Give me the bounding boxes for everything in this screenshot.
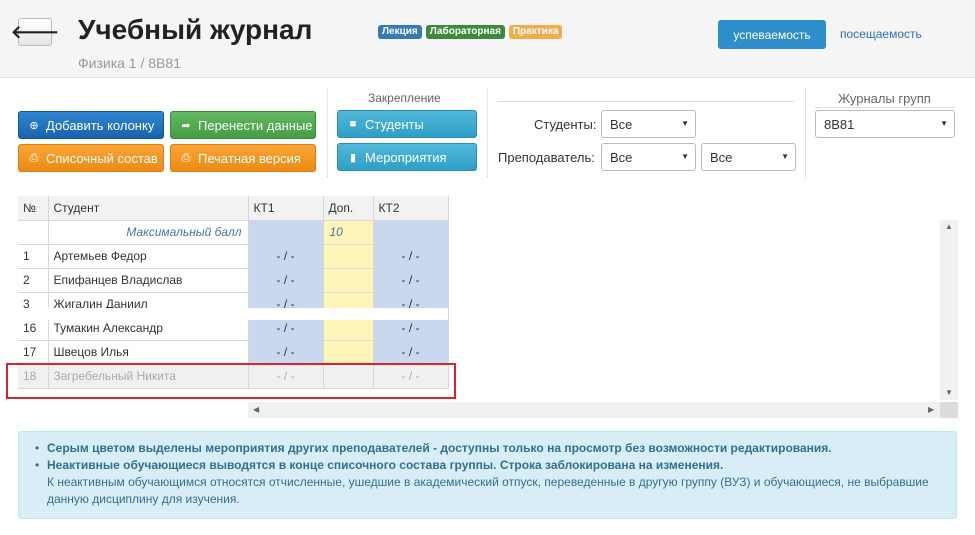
table-header-row: № Студент КТ1 Доп. КТ2: [18, 196, 449, 221]
col-header-kt1[interactable]: КТ1: [248, 196, 324, 221]
lesson-type-badges: Лекция Лабораторная Практика: [378, 25, 563, 39]
grade-cell[interactable]: [323, 244, 374, 269]
max-score-label: Максимальный балл: [48, 220, 249, 245]
vertical-scrollbar[interactable]: ▲ ▼: [940, 220, 958, 400]
max-score-row: Максимальный балл 10: [18, 220, 449, 245]
chevron-down-icon: ▼: [940, 119, 948, 128]
share-arrow-icon: ➦: [181, 119, 191, 132]
badge-lab: Лабораторная: [425, 25, 505, 39]
table-row: 17 Швецов Илья - / - - / -: [18, 340, 449, 365]
list-composition-button[interactable]: ⎙ Списочный состав: [18, 144, 164, 172]
col-header-kt2[interactable]: КТ2: [373, 196, 449, 221]
grade-cell[interactable]: - / -: [248, 340, 324, 365]
chevron-down-icon: ▼: [681, 152, 689, 161]
badge-practice: Практика: [508, 25, 563, 39]
students-filter-label: Студенты:: [534, 117, 597, 132]
pin-section-label: Закрепление: [368, 91, 441, 105]
info-alert: Серым цветом выделены мероприятия других…: [18, 431, 957, 519]
print-version-button[interactable]: ⎙ Печатная версия: [170, 144, 316, 172]
pin-events-button[interactable]: ▮ Мероприятия: [337, 143, 477, 171]
plus-circle-icon: ⊕: [29, 119, 39, 132]
col-header-student: Студент: [48, 196, 249, 221]
scroll-right-icon[interactable]: ▶: [928, 405, 934, 414]
scroll-down-icon[interactable]: ▼: [945, 388, 953, 397]
divider: [487, 88, 488, 178]
grade-cell[interactable]: - / -: [373, 268, 449, 293]
print-icon: ⎙: [29, 151, 39, 164]
info-item: Серым цветом выделены мероприятия других…: [35, 440, 946, 457]
divider: [805, 88, 806, 178]
teacher-filter-select-2[interactable]: Все ▼: [701, 143, 796, 171]
grade-table: № Студент КТ1 Доп. КТ2 Максимальный балл…: [18, 196, 449, 389]
bookmark-icon: ▮: [349, 151, 357, 164]
divider: [327, 88, 328, 178]
user-icon: ■: [349, 118, 357, 130]
add-column-button[interactable]: ⊕ Добавить колонку: [18, 111, 164, 139]
table-scroll-gap: [18, 308, 448, 320]
max-score-dop: 10: [323, 220, 374, 245]
grade-cell[interactable]: [323, 340, 374, 365]
scroll-up-icon[interactable]: ▲: [945, 222, 953, 231]
grade-cell[interactable]: - / -: [248, 268, 324, 293]
groups-section-line: [815, 107, 955, 108]
transfer-data-button[interactable]: ➦ Перенести данные: [170, 111, 316, 139]
group-select[interactable]: 8В81 ▼: [815, 110, 955, 138]
pin-students-button[interactable]: ■ Студенты: [337, 110, 477, 138]
table-row: 1 Артемьев Федор - / - - / -: [18, 244, 449, 269]
horizontal-scrollbar[interactable]: ◀ ▶: [248, 402, 940, 418]
highlight-box: [6, 363, 456, 399]
col-header-number: №: [18, 196, 49, 221]
page-header: 🡐 Учебный журнал Физика 1 / 8В81 Лекция …: [0, 0, 975, 78]
chevron-down-icon: ▼: [781, 152, 789, 161]
students-filter-select[interactable]: Все ▼: [601, 110, 696, 138]
arrow-left-icon: 🡐: [10, 22, 60, 42]
filter-section-line: [497, 101, 794, 102]
teacher-filter-select[interactable]: Все ▼: [601, 143, 696, 171]
performance-button[interactable]: успеваемость: [718, 20, 826, 49]
back-button[interactable]: 🡐: [11, 18, 59, 46]
table-row: 2 Епифанцев Владислав - / - - / -: [18, 268, 449, 293]
scrollbar-corner: [940, 402, 958, 418]
print-icon: ⎙: [181, 151, 191, 164]
chevron-down-icon: ▼: [681, 119, 689, 128]
col-header-dop[interactable]: Доп.: [323, 196, 374, 221]
page-subtitle: Физика 1 / 8В81: [78, 55, 181, 71]
groups-section-label: Журналы групп: [838, 91, 931, 106]
info-item: Неактивные обучающиеся выводятся в конце…: [35, 457, 946, 508]
grade-cell[interactable]: - / -: [373, 244, 449, 269]
grade-cell[interactable]: - / -: [373, 340, 449, 365]
attendance-link[interactable]: посещаемость: [840, 27, 922, 41]
badge-lecture: Лекция: [378, 25, 422, 39]
grade-cell[interactable]: [323, 268, 374, 293]
grade-cell[interactable]: - / -: [248, 244, 324, 269]
page-title: Учебный журнал: [78, 14, 313, 45]
scroll-left-icon[interactable]: ◀: [253, 405, 259, 414]
teacher-filter-label: Преподаватель:: [498, 150, 595, 165]
